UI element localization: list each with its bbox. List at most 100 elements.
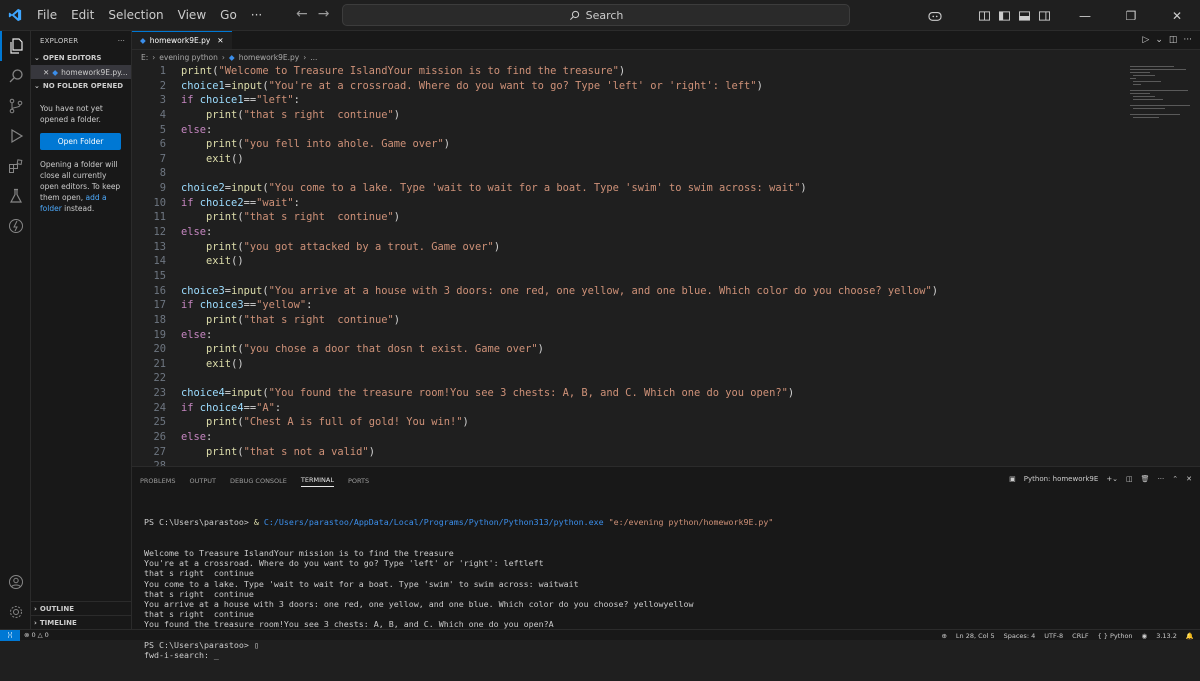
extensions-icon[interactable] bbox=[0, 151, 31, 181]
explorer-icon[interactable] bbox=[0, 31, 31, 61]
close-icon[interactable]: ✕ bbox=[43, 68, 49, 77]
code-line[interactable]: 22 bbox=[132, 371, 1200, 386]
copilot-icon[interactable] bbox=[920, 0, 950, 31]
trash-icon[interactable]: 🗑 bbox=[1141, 475, 1150, 483]
tab-terminal[interactable]: TERMINAL bbox=[300, 476, 334, 487]
code-line[interactable]: 3 if choice1=="left": bbox=[132, 93, 1200, 108]
zoom-icon[interactable]: ⊕ bbox=[941, 632, 946, 640]
code-line[interactable]: 26 else: bbox=[132, 430, 1200, 445]
open-editor-item[interactable]: ✕ ◆ homework9E.py... bbox=[31, 65, 131, 79]
terminal-instance-name[interactable]: Python: homework9E bbox=[1024, 475, 1099, 483]
code-line[interactable]: 14 exit() bbox=[132, 254, 1200, 269]
testing-icon[interactable] bbox=[0, 181, 31, 211]
more-actions-icon[interactable]: ··· bbox=[1158, 475, 1165, 483]
manage-gear-icon[interactable] bbox=[0, 597, 31, 627]
minimap[interactable] bbox=[1130, 64, 1190, 124]
command-center-search[interactable]: Search bbox=[342, 4, 850, 26]
code-line[interactable]: 20 print("you chose a door that dosn t e… bbox=[132, 342, 1200, 357]
code-line[interactable]: 5 else: bbox=[132, 123, 1200, 138]
breadcrumb-folder[interactable]: evening python bbox=[159, 53, 218, 62]
accounts-icon[interactable] bbox=[0, 567, 31, 597]
code-line[interactable]: 19 else: bbox=[132, 328, 1200, 343]
menu-more[interactable]: ··· bbox=[244, 0, 269, 31]
tab-ports[interactable]: PORTS bbox=[348, 477, 369, 485]
layout-customize-icon[interactable] bbox=[974, 0, 994, 31]
code-line[interactable]: 28 bbox=[132, 459, 1200, 466]
run-options-chevron-icon[interactable]: ⌄ bbox=[1155, 35, 1163, 45]
tab-debug-console[interactable]: DEBUG CONSOLE bbox=[230, 477, 287, 485]
back-arrow-icon[interactable]: ← bbox=[296, 6, 308, 22]
code-line[interactable]: 25 print("Chest A is full of gold! You w… bbox=[132, 415, 1200, 430]
run-file-icon[interactable]: ▷ bbox=[1142, 35, 1149, 45]
terminal-output[interactable]: PS C:\Users\parastoo> & C:/Users/parasto… bbox=[144, 497, 1190, 681]
split-editor-icon[interactable]: ◫ bbox=[1169, 35, 1178, 45]
code-line[interactable]: 13 print("you got attacked by a trout. G… bbox=[132, 240, 1200, 255]
chevron-right-icon: › bbox=[303, 52, 307, 62]
cursor-position[interactable]: Ln 28, Col 5 bbox=[956, 632, 995, 640]
code-line[interactable]: 1 print("Welcome to Treasure IslandYour m… bbox=[132, 64, 1200, 79]
language-mode[interactable]: { } Python bbox=[1098, 632, 1133, 640]
more-actions-icon[interactable]: ··· bbox=[1183, 35, 1192, 45]
outline-section[interactable]: › OUTLINE bbox=[31, 601, 131, 615]
remote-indicator-icon[interactable]: ⟩⟨ bbox=[0, 629, 20, 641]
close-tab-icon[interactable]: ✕ bbox=[217, 36, 223, 45]
encoding[interactable]: UTF-8 bbox=[1044, 632, 1063, 640]
breadcrumb-file[interactable]: homework9E.py bbox=[239, 53, 300, 62]
tab-homework9e[interactable]: ◆ homework9E.py ✕ bbox=[132, 31, 232, 49]
open-editors-section[interactable]: ⌄ OPEN EDITORS bbox=[31, 51, 131, 65]
tab-output[interactable]: OUTPUT bbox=[189, 477, 216, 485]
menu-go[interactable]: Go bbox=[213, 0, 244, 31]
timeline-section[interactable]: › TIMELINE bbox=[31, 615, 131, 629]
code-line[interactable]: 24 if choice4=="A": bbox=[132, 401, 1200, 416]
maximize-panel-icon[interactable]: ⌃ bbox=[1172, 475, 1178, 483]
notifications-bell-icon[interactable]: 🔔 bbox=[1186, 632, 1194, 640]
open-folder-button[interactable]: Open Folder bbox=[40, 133, 121, 150]
breadcrumb-tail[interactable]: ... bbox=[310, 53, 317, 62]
more-actions-icon[interactable]: ··· bbox=[118, 37, 125, 45]
code-line[interactable]: 7 exit() bbox=[132, 152, 1200, 167]
new-terminal-icon[interactable]: +⌄ bbox=[1106, 475, 1118, 483]
problems-indicator[interactable]: ⊗ 0 △ 0 bbox=[20, 631, 49, 639]
toggle-panel-icon[interactable] bbox=[1014, 0, 1034, 31]
code-line[interactable]: 17 if choice3=="yellow": bbox=[132, 298, 1200, 313]
code-line[interactable]: 27 print("that s not a valid") bbox=[132, 445, 1200, 460]
code-line[interactable]: 4 print("that s right continue") bbox=[132, 108, 1200, 123]
code-editor[interactable]: 1 print("Welcome to Treasure IslandYour m… bbox=[132, 64, 1200, 466]
code-line[interactable]: 8 bbox=[132, 166, 1200, 181]
code-line[interactable]: 21 exit() bbox=[132, 357, 1200, 372]
minimize-button[interactable]: — bbox=[1062, 0, 1108, 31]
menu-edit[interactable]: Edit bbox=[64, 0, 101, 31]
indentation[interactable]: Spaces: 4 bbox=[1004, 632, 1036, 640]
forward-arrow-icon[interactable]: → bbox=[318, 6, 330, 22]
code-line[interactable]: 11 print("that s right continue") bbox=[132, 210, 1200, 225]
restore-button[interactable]: ❐ bbox=[1108, 0, 1154, 31]
toggle-sidebar-icon[interactable] bbox=[994, 0, 1014, 31]
code-line[interactable]: 9 choice2=input("You come to a lake. Type… bbox=[132, 181, 1200, 196]
code-token: : bbox=[274, 401, 282, 414]
menu-selection[interactable]: Selection bbox=[101, 0, 170, 31]
line-ending[interactable]: CRLF bbox=[1072, 632, 1088, 640]
split-terminal-icon[interactable]: ◫ bbox=[1126, 475, 1133, 483]
source-control-icon[interactable] bbox=[0, 91, 31, 121]
menu-view[interactable]: View bbox=[171, 0, 213, 31]
code-line[interactable]: 18 print("that s right continue") bbox=[132, 313, 1200, 328]
tab-problems[interactable]: PROBLEMS bbox=[140, 477, 175, 485]
search-view-icon[interactable] bbox=[0, 61, 31, 91]
code-line[interactable]: 2 choice1=input("You're at a crossroad. W… bbox=[132, 79, 1200, 94]
breadcrumb-root[interactable]: E: bbox=[141, 53, 148, 62]
close-panel-icon[interactable]: ✕ bbox=[1186, 475, 1192, 483]
python-version[interactable]: 3.13.2 bbox=[1156, 632, 1177, 640]
code-line[interactable]: 15 bbox=[132, 269, 1200, 284]
no-folder-section[interactable]: ⌄ NO FOLDER OPENED bbox=[31, 79, 131, 93]
run-debug-icon[interactable] bbox=[0, 121, 31, 151]
python-icon[interactable] bbox=[0, 211, 31, 241]
code-line[interactable]: 16 choice3=input("You arrive at a house w… bbox=[132, 284, 1200, 299]
code-line[interactable]: 23 choice4=input("You found the treasure … bbox=[132, 386, 1200, 401]
menu-file[interactable]: File bbox=[30, 0, 64, 31]
code-line[interactable]: 12 else: bbox=[132, 225, 1200, 240]
code-line[interactable]: 6 print("you fell into ahole. Game over"… bbox=[132, 137, 1200, 152]
copilot-status-icon[interactable]: ◉ bbox=[1142, 632, 1148, 640]
code-line[interactable]: 10 if choice2=="wait": bbox=[132, 196, 1200, 211]
toggle-secondary-sidebar-icon[interactable] bbox=[1034, 0, 1054, 31]
close-window-button[interactable]: ✕ bbox=[1154, 0, 1200, 31]
